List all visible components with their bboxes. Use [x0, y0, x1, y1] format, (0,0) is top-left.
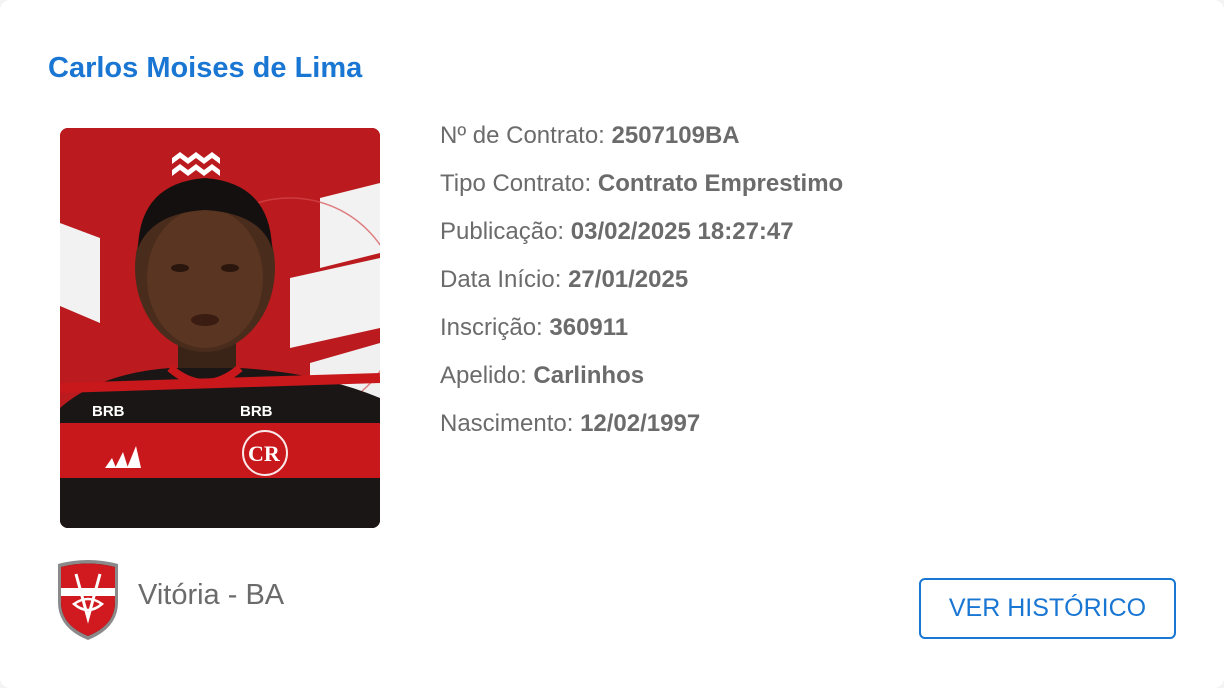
detail-contract-type: Tipo Contrato: Contrato Emprestimo [440, 166, 843, 214]
detail-value: 27/01/2025 [568, 266, 689, 293]
detail-label: Nº de Contrato: [440, 122, 605, 149]
detail-nickname: Apelido: Carlinhos [440, 358, 843, 406]
detail-value: 2507109BA [611, 122, 740, 149]
detail-value: 360911 [549, 314, 629, 341]
detail-label: Nascimento: [440, 410, 574, 437]
crest-text: CR [248, 441, 281, 466]
detail-value: 03/02/2025 18:27:47 [570, 218, 794, 245]
sponsor-left: BRB [92, 403, 125, 420]
detail-value: Contrato Emprestimo [597, 170, 844, 197]
detail-label: Apelido: [440, 362, 527, 389]
detail-birth-date: Nascimento: 12/02/1997 [440, 406, 843, 454]
detail-contract-number: Nº de Contrato: 2507109BA [440, 118, 843, 166]
sponsor-right: BRB [240, 403, 273, 420]
contract-details: Nº de Contrato: 2507109BA Tipo Contrato:… [440, 118, 843, 454]
detail-start-date: Data Início: 27/01/2025 [440, 262, 843, 310]
club-info: Vitória - BA [54, 558, 284, 642]
detail-registration: Inscrição: 360911 [440, 310, 843, 358]
detail-label: Data Início: [440, 266, 562, 293]
detail-label: Publicação: [440, 218, 565, 245]
detail-label: Inscrição: [440, 314, 543, 341]
player-photo: BRB BRB CR [60, 128, 380, 528]
player-name[interactable]: Carlos Moises de Lima [48, 52, 362, 85]
contract-card: Carlos Moises de Lima BRB BRB CR Nº de C… [0, 0, 1224, 688]
player-photo-image: BRB BRB CR [60, 128, 380, 528]
club-shield-icon [58, 560, 118, 640]
detail-label: Tipo Contrato: [440, 170, 592, 197]
detail-value: Carlinhos [533, 362, 645, 389]
view-history-button[interactable]: VER HISTÓRICO [919, 578, 1176, 639]
club-name: Vitória - BA [138, 578, 285, 611]
detail-publication: Publicação: 03/02/2025 18:27:47 [440, 214, 843, 262]
detail-value: 12/02/1997 [580, 410, 701, 437]
